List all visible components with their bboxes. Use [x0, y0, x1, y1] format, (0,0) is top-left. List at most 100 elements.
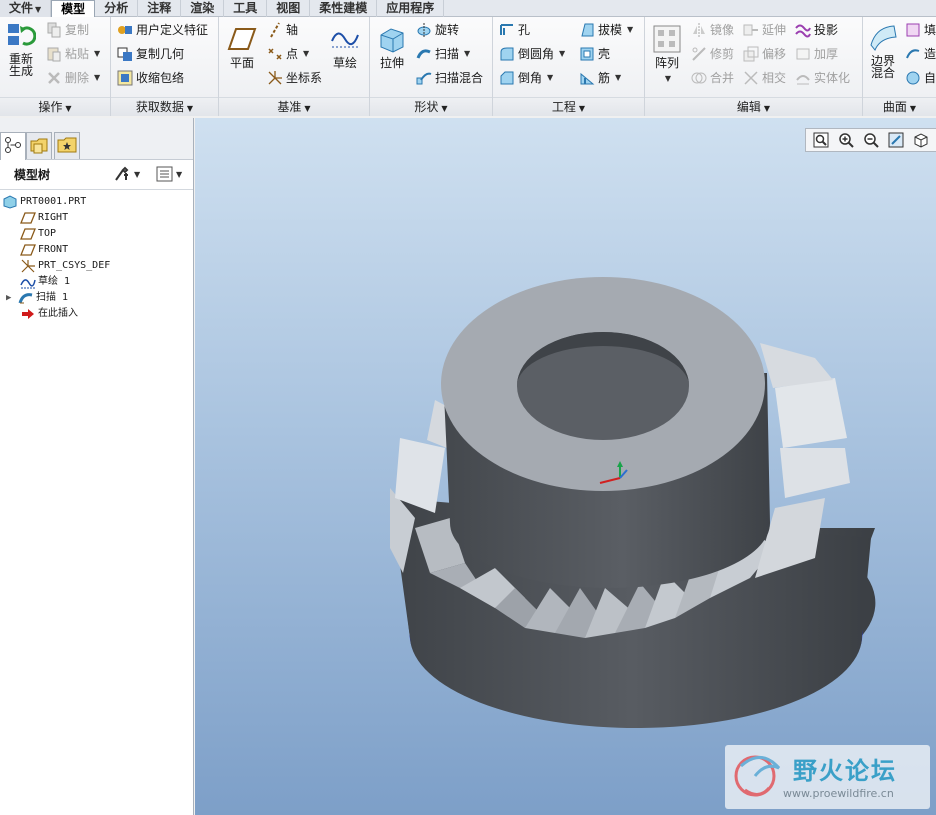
menu-tabs: 文件 ▼ 模型 分析 注释 渲染 工具 视图 柔性建模 应用程序	[0, 0, 936, 18]
tab-view[interactable]: 视图	[267, 0, 311, 17]
mirror-button[interactable]: 镜像	[691, 21, 734, 39]
project-button[interactable]: 投影	[795, 21, 838, 39]
tab-applications[interactable]: 应用程序	[377, 0, 445, 17]
sweep-button[interactable]: 扫描 ▼	[416, 45, 470, 63]
fill-button[interactable]: 填	[905, 21, 936, 39]
datum-plane-icon	[20, 244, 36, 256]
tab-analysis[interactable]: 分析	[95, 0, 139, 17]
group-operations-label[interactable]: 操作 ▼	[0, 97, 110, 116]
copy-button[interactable]: 复制	[46, 21, 89, 39]
tree-node-front[interactable]: FRONT	[0, 242, 193, 258]
tree-settings-button[interactable]: ▼	[114, 166, 140, 182]
watermark-url: www.proewildfire.cn	[783, 787, 894, 800]
model-tree-tab[interactable]	[0, 132, 26, 160]
merge-icon	[691, 72, 707, 84]
model-tree-tab-icon	[5, 137, 21, 153]
group-editing-label[interactable]: 编辑 ▼	[645, 97, 862, 116]
shrinkwrap-button[interactable]: 收缩包络	[117, 69, 184, 87]
group-operations: 重新生成 复制 粘贴 ▼ 删除 ▼ 操作 ▼	[0, 17, 111, 116]
navigator-panel: 模型树 ▼ ▼ PRT0001.PRT RIGHT TOP FRONT PRT_…	[0, 118, 194, 815]
group-engineering: 孔 倒圆角 ▼ 倒角 ▼ 拔模 ▼ 壳 筋 ▼ 工程 ▼	[493, 17, 645, 116]
csys-button[interactable]: 坐标系	[267, 69, 322, 87]
expand-arrow-icon[interactable]: ▶	[6, 290, 18, 306]
tree-node-part[interactable]: PRT0001.PRT	[0, 194, 193, 210]
revolve-icon	[417, 23, 431, 37]
paste-icon	[47, 47, 61, 62]
pattern-button[interactable]: 阵列 ▼	[651, 25, 683, 85]
group-surfaces: 边界混合 填 造 自 曲面 ▼	[863, 17, 936, 116]
draft-button[interactable]: 拔模 ▼	[579, 21, 633, 39]
shell-button[interactable]: 壳	[579, 45, 610, 63]
group-engineering-label[interactable]: 工程 ▼	[493, 97, 644, 116]
tab-render[interactable]: 渲染	[181, 0, 225, 17]
folder-browser-icon	[30, 138, 48, 154]
group-datum-label[interactable]: 基准 ▼	[219, 97, 369, 116]
tab-annotate[interactable]: 注释	[138, 0, 182, 17]
tree-show-button[interactable]: ▼	[156, 166, 182, 182]
extrude-button[interactable]: 拉伸	[374, 25, 410, 70]
freestyle-button[interactable]: 自	[905, 69, 936, 87]
revolve-button[interactable]: 旋转	[416, 21, 459, 39]
group-shapes-label[interactable]: 形状 ▼	[370, 97, 492, 116]
point-button[interactable]: 点 ▼	[267, 45, 309, 63]
rib-button[interactable]: 筋 ▼	[579, 69, 621, 87]
tab-file[interactable]: 文件 ▼	[0, 0, 52, 17]
chamfer-icon	[500, 71, 514, 85]
style-button[interactable]: 造	[905, 45, 936, 63]
group-get-data-label[interactable]: 获取数据 ▼	[111, 97, 218, 116]
swept-blend-icon	[416, 72, 432, 85]
tools-icon	[115, 166, 129, 181]
navigator-tabs	[0, 118, 193, 160]
part-icon	[3, 195, 17, 209]
favorites-icon	[57, 137, 77, 153]
delete-icon	[48, 72, 60, 84]
datum-plane-icon	[227, 28, 257, 50]
trim-icon	[692, 47, 706, 61]
group-get-data: 用户定义特征 复制几何 收缩包络 获取数据 ▼	[111, 17, 219, 116]
chamfer-button[interactable]: 倒角 ▼	[499, 69, 553, 87]
freestyle-icon	[906, 71, 920, 85]
sweep-icon	[416, 49, 431, 59]
merge-button[interactable]: 合并	[691, 69, 734, 87]
round-button[interactable]: 倒圆角 ▼	[499, 45, 565, 63]
solidify-icon	[796, 75, 810, 85]
sketch-button[interactable]: 草绘	[327, 25, 363, 70]
thicken-button[interactable]: 加厚	[795, 45, 838, 63]
offset-button[interactable]: 偏移	[743, 45, 786, 63]
swept-blend-button[interactable]: 扫描混合	[416, 69, 483, 87]
boundary-blend-button[interactable]: 边界混合	[865, 23, 901, 79]
tree-node-sketch[interactable]: 草绘 1	[0, 274, 193, 290]
gear-model[interactable]	[195, 118, 936, 815]
model-tree: PRT0001.PRT RIGHT TOP FRONT PRT_CSYS_DEF…	[0, 190, 193, 322]
tree-node-csys[interactable]: PRT_CSYS_DEF	[0, 258, 193, 274]
axis-button[interactable]: 轴	[267, 21, 298, 39]
tree-node-top[interactable]: TOP	[0, 226, 193, 242]
sketch-icon	[331, 32, 359, 48]
intersect-button[interactable]: 相交	[743, 69, 786, 87]
hole-button[interactable]: 孔	[499, 21, 530, 39]
tree-node-sweep[interactable]: ▶ 扫描 1	[0, 290, 193, 306]
model-tree-title: 模型树	[14, 168, 51, 182]
graphics-window[interactable]: 野火论坛 www.proewildfire.cn	[195, 118, 936, 815]
folder-browser-tab[interactable]	[26, 132, 52, 159]
tab-tools[interactable]: 工具	[224, 0, 268, 17]
tree-node-right[interactable]: RIGHT	[0, 210, 193, 226]
regenerate-button[interactable]: 重新生成	[2, 21, 40, 77]
delete-button[interactable]: 删除 ▼	[46, 69, 100, 87]
extend-button[interactable]: 延伸	[743, 21, 786, 39]
style-icon	[906, 49, 920, 59]
group-surfaces-label[interactable]: 曲面 ▼	[863, 97, 936, 116]
paste-button[interactable]: 粘贴 ▼	[46, 45, 100, 63]
copy-geometry-button[interactable]: 复制几何	[117, 45, 184, 63]
user-defined-feature-button[interactable]: 用户定义特征	[117, 21, 208, 39]
trim-button[interactable]: 修剪	[691, 45, 734, 63]
tab-flexible-modeling[interactable]: 柔性建模	[310, 0, 378, 17]
group-editing: 阵列 ▼ 镜像 修剪 合并 延伸 偏移 相交 投影 加厚 实体化 编辑 ▼	[645, 17, 863, 116]
mirror-icon	[693, 23, 705, 37]
favorites-tab[interactable]	[54, 132, 80, 159]
tree-node-insert-here[interactable]: 在此插入	[0, 306, 193, 322]
tab-model[interactable]: 模型	[51, 0, 96, 18]
watermark-logo-icon	[734, 755, 781, 797]
plane-button[interactable]: 平面	[223, 25, 261, 70]
solidify-button[interactable]: 实体化	[795, 69, 850, 87]
